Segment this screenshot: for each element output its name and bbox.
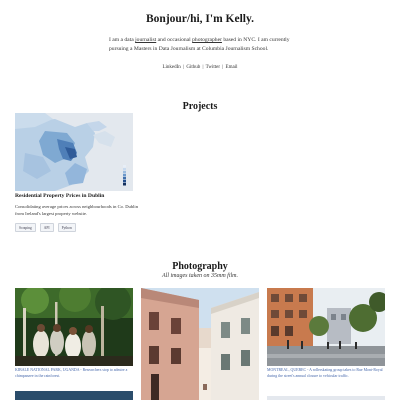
photo-caption: MONTREAL, QUEBEC - A rollerskating group… <box>267 368 383 378</box>
photography-heading: Photography <box>172 261 228 272</box>
montreal-photo-graphic <box>267 288 385 366</box>
photo-kibale[interactable] <box>15 288 133 366</box>
tag-python[interactable]: Python <box>57 223 76 232</box>
linkedin-link[interactable]: LinkedIn <box>162 65 180 70</box>
github-link[interactable]: Github <box>186 65 200 70</box>
link-separator: | <box>202 65 204 70</box>
photo-thumbnail[interactable] <box>15 391 133 400</box>
twitter-link[interactable]: Twitter <box>206 65 220 70</box>
projects-heading: Projects <box>182 101 218 112</box>
email-link[interactable]: Email <box>226 65 238 70</box>
photo-montreal[interactable] <box>267 288 385 366</box>
link-separator: | <box>222 65 224 70</box>
photo-caption: KIBALE NATIONAL PARK, UGANDA - Researche… <box>15 368 128 378</box>
bio-text: and occasional <box>156 37 193 43</box>
journalist-link[interactable]: journalist <box>135 37 156 43</box>
project-title[interactable]: Residential Property Prices in Dublin <box>15 193 104 199</box>
social-links: LinkedIn | Github | Twitter | Email <box>0 65 400 70</box>
bio-paragraph: I am a data journalist and occasional ph… <box>109 36 299 54</box>
page-title: Bonjour/hi, I'm Kelly. <box>146 13 254 25</box>
photo-street[interactable] <box>141 288 259 400</box>
dublin-map-graphic <box>15 113 133 191</box>
photo-thumbnail[interactable] <box>267 396 385 400</box>
project-description: Consolidating average prices across neig… <box>15 204 138 216</box>
tag-api[interactable]: API <box>39 223 54 232</box>
link-separator: | <box>183 65 185 70</box>
tag-scraping[interactable]: Scraping <box>15 223 36 232</box>
photography-subtitle: All images taken on 35mm film. <box>162 273 238 279</box>
project-map-image[interactable] <box>15 113 133 191</box>
street-photo-graphic <box>141 288 259 400</box>
bio-text: I am a data <box>109 37 136 43</box>
rainforest-photo-graphic <box>15 288 133 366</box>
photographer-link[interactable]: photographer <box>192 37 222 43</box>
project-tags: Scraping API Python <box>15 223 76 232</box>
